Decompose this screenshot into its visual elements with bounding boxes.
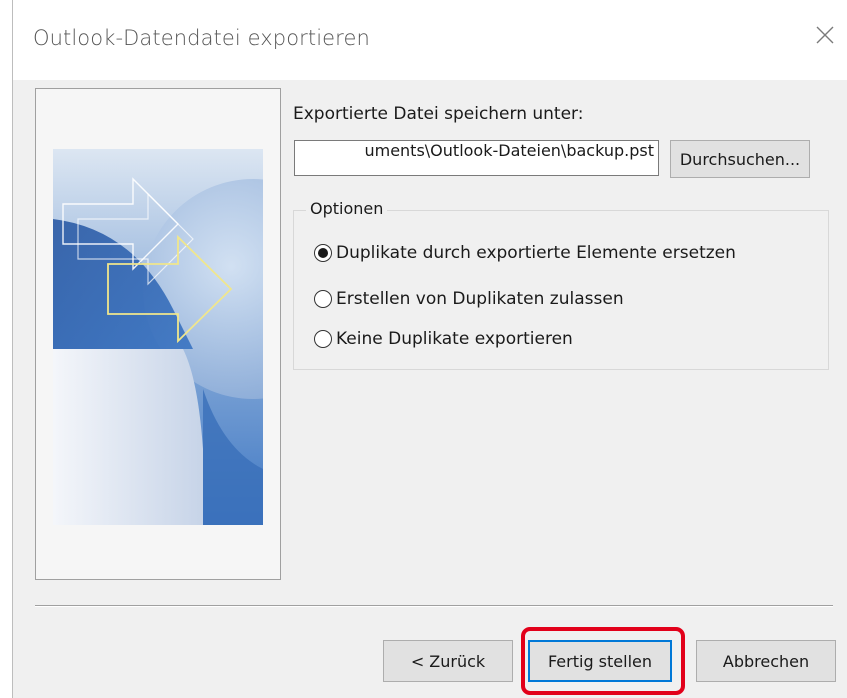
option-label: Erstellen von Duplikaten zulassen [336,289,624,309]
close-icon [816,26,834,44]
side-panel [35,88,281,580]
browse-button[interactable]: Durchsuchen... [670,140,810,178]
cancel-button[interactable]: Abbrechen [696,640,836,682]
close-button[interactable] [802,12,847,58]
option-allow-duplicates[interactable]: Erstellen von Duplikaten zulassen [314,289,624,309]
radio-button-selected[interactable] [314,244,332,262]
window-title: Outlook-Datendatei exportieren [33,26,370,50]
finish-button-label: Fertig stellen [530,642,670,680]
back-button[interactable]: < Zurück [383,640,513,682]
export-dialog: Outlook-Datendatei exportieren Exportier… [12,0,847,698]
option-label: Keine Duplikate exportieren [336,329,573,349]
options-group: Optionen Duplikate durch exportierte Ele… [293,199,829,370]
radio-button[interactable] [314,330,332,348]
option-label: Duplikate durch exportierte Elemente ers… [336,243,736,263]
radio-button[interactable] [314,290,332,308]
option-no-duplicates[interactable]: Keine Duplikate exportieren [314,329,573,349]
finish-button[interactable]: Fertig stellen [528,640,672,682]
file-path-value: uments\Outlook-Dateien\backup.pst [364,141,654,160]
save-location-label: Exportierte Datei speichern unter: [293,104,584,124]
file-path-field[interactable]: uments\Outlook-Dateien\backup.pst [294,140,659,176]
options-legend: Optionen [306,199,388,218]
footer-separator [35,605,833,607]
outlook-export-arrows-graphic [53,149,263,525]
title-bar: Outlook-Datendatei exportieren [13,0,847,80]
option-replace-duplicates[interactable]: Duplikate durch exportierte Elemente ers… [314,243,736,263]
